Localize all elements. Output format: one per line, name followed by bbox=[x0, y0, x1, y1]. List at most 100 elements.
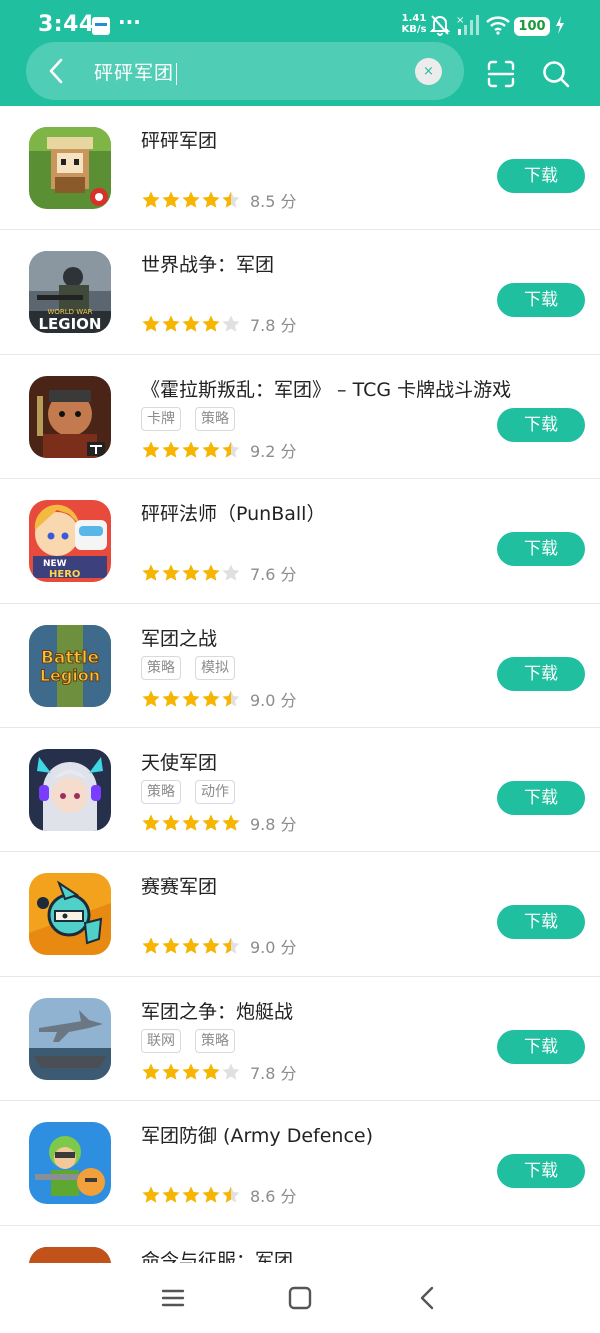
download-button[interactable]: 下载 bbox=[497, 283, 585, 318]
app-name[interactable]: 《霍拉斯叛乱：军团》 – TCG 卡牌战斗游戏 bbox=[141, 375, 511, 402]
warrior-portrait-icon[interactable] bbox=[29, 375, 111, 458]
status-more-icon: ··· bbox=[118, 10, 141, 34]
star-rating bbox=[141, 813, 241, 833]
back-icon[interactable] bbox=[413, 1283, 443, 1313]
app-name[interactable]: 赛赛军团 bbox=[141, 872, 217, 899]
new-hero-icon[interactable]: NEW HERO bbox=[29, 500, 111, 583]
star-icon bbox=[202, 564, 220, 581]
tags: 联网 策略 bbox=[141, 1028, 249, 1053]
download-button[interactable]: 下载 bbox=[497, 905, 585, 940]
star-icon bbox=[222, 441, 240, 458]
list-item[interactable]: WORLD WAR LEGION 世界战争：军团 7.8 分 下载 bbox=[0, 230, 600, 355]
star-icon bbox=[182, 937, 200, 954]
search-results-list[interactable]: 砰砰军团 8.5 分 下载 WORLD WAR LEGION 世界战争：军团 7… bbox=[0, 106, 600, 1263]
rating: 9.8 分 bbox=[141, 811, 297, 834]
star-icon bbox=[142, 814, 160, 831]
icon-text-big: LEGION bbox=[38, 315, 101, 333]
star-icon bbox=[222, 690, 240, 707]
tags: 卡牌 策略 bbox=[141, 406, 249, 431]
cartoon-knight-icon[interactable] bbox=[29, 873, 111, 956]
star-icon bbox=[142, 1063, 160, 1080]
list-item[interactable]: 赛赛军团 9.0 分 下载 bbox=[0, 852, 600, 977]
app-name[interactable]: 天使军团 bbox=[141, 748, 217, 775]
star-icon bbox=[202, 1186, 220, 1203]
icon-text-1: Battle bbox=[41, 648, 99, 668]
star-icon bbox=[162, 191, 180, 208]
tags: 策略 模拟 bbox=[141, 655, 249, 680]
tag: 联网 bbox=[141, 1028, 181, 1053]
network-speed: 1.41 KB/s bbox=[400, 13, 428, 35]
list-item[interactable]: 军团防御 (Army Defence) 8.6 分 下载 bbox=[0, 1101, 600, 1226]
app-name[interactable]: 军团之战 bbox=[141, 624, 217, 651]
app-name[interactable]: 砰砰法师（PunBall） bbox=[141, 499, 325, 526]
score: 8.6 分 bbox=[250, 1187, 297, 1207]
system-nav-bar bbox=[0, 1263, 600, 1333]
star-icon bbox=[162, 690, 180, 707]
star-icon bbox=[162, 441, 180, 458]
rating: 7.8 分 bbox=[141, 1060, 297, 1083]
pixel-knight-icon[interactable] bbox=[29, 127, 111, 209]
scan-icon[interactable] bbox=[486, 59, 516, 89]
app-name[interactable]: 军团之争：炮艇战 bbox=[141, 997, 293, 1024]
star-icon bbox=[202, 315, 220, 332]
download-button[interactable]: 下载 bbox=[497, 407, 585, 442]
list-item[interactable]: 《霍拉斯叛乱：军团》 – TCG 卡牌战斗游戏 卡牌 策略 9.2 分 下载 bbox=[0, 355, 600, 480]
anime-girl-icon[interactable] bbox=[29, 748, 111, 831]
download-button[interactable]: 下载 bbox=[497, 780, 585, 815]
star-rating bbox=[141, 563, 241, 583]
star-icon bbox=[182, 1063, 200, 1080]
clear-search-button[interactable]: × bbox=[415, 58, 442, 85]
charging-icon bbox=[556, 16, 564, 34]
jet-carrier-icon[interactable] bbox=[29, 997, 111, 1080]
world-war-legion-icon[interactable]: WORLD WAR LEGION bbox=[29, 251, 111, 334]
home-icon[interactable] bbox=[285, 1283, 315, 1313]
rating: 8.5 分 bbox=[141, 188, 297, 211]
download-button[interactable]: 下载 bbox=[497, 159, 585, 193]
star-icon bbox=[202, 1063, 220, 1080]
star-icon bbox=[182, 191, 200, 208]
command-conquer-icon[interactable] bbox=[29, 1246, 111, 1263]
list-item[interactable]: 天使军团 策略 动作 9.8 分 下载 bbox=[0, 728, 600, 853]
soldier-cartoon-icon[interactable] bbox=[29, 1122, 111, 1205]
star-icon bbox=[162, 1186, 180, 1203]
list-item[interactable]: NEW HERO 砰砰法师（PunBall） 7.6 分 下载 bbox=[0, 479, 600, 604]
menu-icon[interactable] bbox=[158, 1283, 188, 1313]
search-icon[interactable] bbox=[541, 59, 571, 89]
star-icon bbox=[142, 937, 160, 954]
star-icon bbox=[182, 690, 200, 707]
app-name[interactable]: 军团防御 (Army Defence) bbox=[141, 1121, 373, 1148]
score: 9.2 分 bbox=[250, 441, 297, 461]
list-item[interactable]: 军团之争：炮艇战 联网 策略 7.8 分 下载 bbox=[0, 977, 600, 1102]
star-icon bbox=[182, 564, 200, 581]
star-icon bbox=[142, 191, 160, 208]
search-query: 砰砰军团 bbox=[94, 62, 175, 84]
download-button[interactable]: 下载 bbox=[497, 1029, 585, 1064]
rating: 9.0 分 bbox=[141, 934, 297, 958]
star-icon bbox=[222, 1063, 240, 1080]
score: 9.0 分 bbox=[250, 938, 297, 958]
score: 8.5 分 bbox=[250, 192, 297, 211]
rating: 9.2 分 bbox=[141, 438, 297, 461]
battle-legion-icon[interactable]: Battle Legion bbox=[29, 624, 111, 707]
download-button[interactable]: 下载 bbox=[497, 532, 585, 567]
app-name[interactable]: 命令与征服：军团 bbox=[141, 1246, 293, 1263]
app-name[interactable]: 砰砰军团 bbox=[141, 126, 217, 153]
tag: 策略 bbox=[195, 406, 235, 431]
star-icon bbox=[182, 814, 200, 831]
star-icon bbox=[162, 814, 180, 831]
search-bar[interactable]: 砰砰军团 × bbox=[26, 42, 464, 100]
download-button[interactable]: 下载 bbox=[497, 1154, 585, 1189]
back-arrow-icon[interactable] bbox=[42, 56, 72, 86]
list-item[interactable]: 命令与征服：军团 bbox=[0, 1226, 600, 1263]
download-button[interactable]: 下载 bbox=[497, 656, 585, 691]
list-item[interactable]: Battle Legion 军团之战 策略 模拟 9.0 分 下载 bbox=[0, 604, 600, 728]
list-item[interactable]: 砰砰军团 8.5 分 下载 bbox=[0, 106, 600, 231]
star-icon bbox=[222, 1186, 240, 1203]
tag: 卡牌 bbox=[141, 406, 181, 431]
tag: 模拟 bbox=[195, 655, 235, 680]
star-icon bbox=[202, 937, 220, 954]
star-icon bbox=[182, 1186, 200, 1203]
search-input[interactable]: 砰砰军团 bbox=[94, 58, 178, 85]
star-rating bbox=[141, 1185, 241, 1205]
app-name[interactable]: 世界战争：军团 bbox=[141, 250, 274, 277]
